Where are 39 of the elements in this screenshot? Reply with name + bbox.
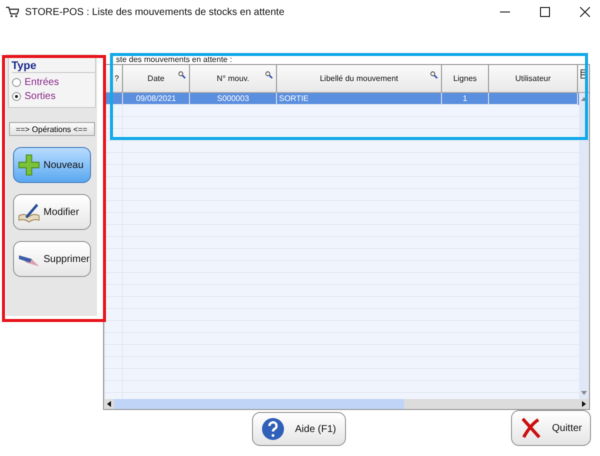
operations-button[interactable]: ==> Opérations <==: [8, 122, 94, 136]
table-cell: 09/08/2021: [123, 93, 190, 105]
list-label: ste des mouvements en attente :: [115, 56, 234, 64]
vertical-scrollbar[interactable]: [579, 93, 589, 399]
quit-button[interactable]: Quitter: [511, 410, 591, 446]
column-header[interactable]: Date: [123, 65, 190, 92]
column-settings-icon[interactable]: [580, 69, 587, 79]
table-cell: SORTIE: [277, 93, 442, 105]
horizontal-scrollbar[interactable]: [104, 399, 589, 409]
plus-icon: [18, 154, 40, 176]
search-icon[interactable]: [178, 71, 186, 79]
scroll-right-icon[interactable]: [581, 400, 587, 408]
window-title: STORE-POS : Liste des mouvements de stocks en attente: [25, 6, 284, 18]
delete-button[interactable]: Supprimer: [12, 241, 90, 277]
help-button[interactable]: Aide (F1): [252, 412, 346, 446]
scroll-up-icon[interactable]: [580, 96, 588, 102]
table-cell: 1: [442, 93, 489, 105]
radio-option[interactable]: Entrées: [12, 75, 59, 89]
radio-option[interactable]: Sorties: [12, 89, 56, 103]
column-header[interactable]: Utilisateur: [489, 65, 578, 92]
column-header[interactable]: ?: [104, 65, 123, 92]
column-header[interactable]: N° mouv.: [190, 65, 277, 92]
close-icon[interactable]: [580, 7, 590, 17]
scroll-down-icon[interactable]: [580, 390, 588, 396]
question-icon: [261, 417, 285, 441]
pen-notebook-icon: [18, 201, 40, 223]
edit-button[interactable]: Modifier: [12, 194, 90, 230]
group-title: Type: [12, 60, 94, 73]
cross-icon: [520, 416, 542, 440]
column-header[interactable]: Lignes: [442, 65, 489, 92]
scroll-left-icon[interactable]: [106, 400, 112, 408]
column-header[interactable]: Libellé du mouvement: [277, 65, 442, 92]
cart-icon: [6, 6, 19, 18]
table-cell: S000003: [190, 93, 277, 105]
maximize-icon[interactable]: [540, 7, 550, 17]
table-cell: [104, 93, 123, 105]
add-button[interactable]: Nouveau: [12, 147, 90, 183]
search-icon[interactable]: [430, 71, 438, 79]
search-icon[interactable]: [265, 71, 273, 79]
